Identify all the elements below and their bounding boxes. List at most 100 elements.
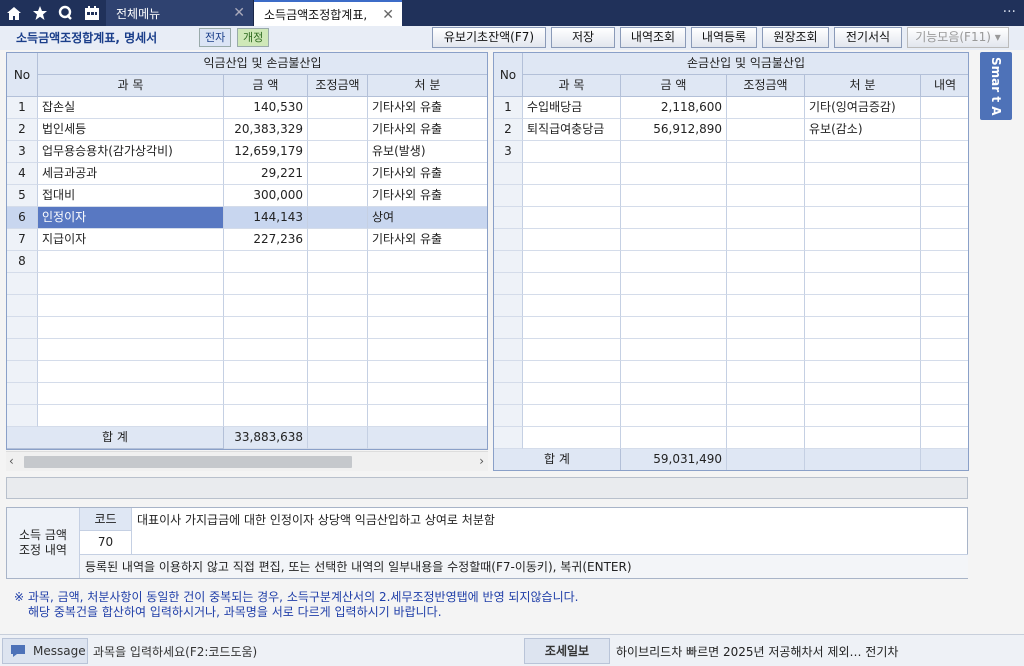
empty-cell[interactable]	[727, 361, 805, 383]
empty-cell[interactable]	[727, 427, 805, 449]
empty-cell[interactable]	[621, 361, 727, 383]
row-disposition[interactable]: 유보(감소)	[805, 119, 921, 141]
empty-cell[interactable]	[727, 405, 805, 427]
empty-cell[interactable]	[523, 383, 621, 405]
row-amount[interactable]	[224, 251, 308, 273]
row-disposition[interactable]: 기타사외 유출	[368, 185, 487, 207]
empty-cell[interactable]	[921, 361, 968, 383]
empty-cell[interactable]	[921, 339, 968, 361]
empty-cell[interactable]	[224, 361, 308, 383]
row-adjustment[interactable]	[308, 163, 368, 185]
empty-cell[interactable]	[308, 383, 368, 405]
empty-cell[interactable]	[921, 273, 968, 295]
empty-cell[interactable]	[523, 273, 621, 295]
search-q-icon[interactable]	[53, 0, 79, 26]
empty-cell[interactable]	[38, 339, 224, 361]
row-subject[interactable]	[523, 141, 621, 163]
empty-cell[interactable]	[805, 361, 921, 383]
col-detail[interactable]: 내역	[921, 75, 968, 97]
row-disposition[interactable]	[805, 141, 921, 163]
row-disposition[interactable]: 기타사외 유출	[368, 97, 487, 119]
message-button[interactable]: Message	[2, 638, 88, 664]
row-amount[interactable]: 140,530	[224, 97, 308, 119]
description-field[interactable]: 대표이사 가지급금에 대한 인정이자 상당액 익금산입하고 상여로 처분함	[132, 508, 968, 555]
empty-cell[interactable]	[805, 427, 921, 449]
empty-cell[interactable]	[523, 207, 621, 229]
col-no[interactable]: No	[494, 53, 523, 97]
badge-revised[interactable]: 개정	[237, 28, 270, 47]
empty-cell[interactable]	[805, 163, 921, 185]
col-amount[interactable]: 금 액	[224, 75, 308, 97]
empty-cell[interactable]	[308, 361, 368, 383]
empty-cell[interactable]	[368, 405, 487, 427]
home-icon[interactable]	[1, 0, 27, 26]
row-disposition[interactable]: 기타사외 유출	[368, 119, 487, 141]
empty-cell[interactable]	[38, 361, 224, 383]
empty-cell[interactable]	[523, 339, 621, 361]
empty-cell[interactable]	[921, 383, 968, 405]
row-adjustment[interactable]	[308, 141, 368, 163]
empty-cell[interactable]	[921, 405, 968, 427]
empty-cell[interactable]	[368, 361, 487, 383]
left-horizontal-scrollbar[interactable]: ‹ ›	[6, 451, 488, 471]
row-subject[interactable]: 법인세등	[38, 119, 224, 141]
row-detail[interactable]	[921, 141, 968, 163]
empty-cell[interactable]	[621, 295, 727, 317]
register-details-button[interactable]: 내역등록	[691, 27, 757, 48]
empty-cell[interactable]	[308, 317, 368, 339]
row-subject[interactable]: 퇴직급여충당금	[523, 119, 621, 141]
star-icon[interactable]	[27, 0, 53, 26]
row-adjustment[interactable]	[308, 119, 368, 141]
col-no[interactable]: No	[7, 53, 38, 97]
empty-cell[interactable]	[621, 251, 727, 273]
empty-cell[interactable]	[38, 273, 224, 295]
calendar-icon[interactable]	[79, 0, 105, 26]
row-subject[interactable]: 인정이자	[38, 207, 224, 229]
row-amount[interactable]: 12,659,179	[224, 141, 308, 163]
empty-cell[interactable]	[523, 163, 621, 185]
empty-cell[interactable]	[727, 273, 805, 295]
empty-cell[interactable]	[224, 317, 308, 339]
prior-format-button[interactable]: 전기서식	[834, 27, 902, 48]
col-disposition[interactable]: 처 분	[368, 75, 487, 97]
row-adjustment[interactable]	[727, 141, 805, 163]
smart-a-side-tab[interactable]: Smar t A	[980, 52, 1012, 120]
row-adjustment[interactable]	[308, 185, 368, 207]
badge-electronic[interactable]: 전자	[199, 28, 232, 47]
row-amount[interactable]: 300,000	[224, 185, 308, 207]
empty-cell[interactable]	[921, 207, 968, 229]
tab-income-adjustment[interactable]: 소득금액조정합계표, ✕	[254, 0, 402, 26]
close-icon[interactable]: ✕	[233, 5, 245, 21]
row-subject[interactable]: 잡손실	[38, 97, 224, 119]
empty-cell[interactable]	[805, 383, 921, 405]
row-adjustment[interactable]	[308, 207, 368, 229]
row-adjustment[interactable]	[727, 97, 805, 119]
empty-cell[interactable]	[805, 207, 921, 229]
row-disposition[interactable]: 유보(발생)	[368, 141, 487, 163]
col-disposition[interactable]: 처 분	[805, 75, 921, 97]
row-subject[interactable]: 접대비	[38, 185, 224, 207]
col-subject[interactable]: 과 목	[523, 75, 621, 97]
row-amount[interactable]: 2,118,600	[621, 97, 727, 119]
row-detail[interactable]	[921, 97, 968, 119]
row-amount[interactable]: 144,143	[224, 207, 308, 229]
empty-cell[interactable]	[921, 163, 968, 185]
empty-cell[interactable]	[727, 185, 805, 207]
empty-cell[interactable]	[523, 361, 621, 383]
empty-cell[interactable]	[523, 251, 621, 273]
ledger-view-button[interactable]: 원장조회	[762, 27, 829, 48]
empty-cell[interactable]	[523, 427, 621, 449]
row-detail[interactable]	[921, 119, 968, 141]
empty-cell[interactable]	[727, 339, 805, 361]
more-icon[interactable]: ···	[1003, 4, 1016, 20]
empty-cell[interactable]	[523, 295, 621, 317]
empty-cell[interactable]	[38, 295, 224, 317]
empty-cell[interactable]	[621, 405, 727, 427]
empty-cell[interactable]	[368, 339, 487, 361]
col-adjustment[interactable]: 조정금액	[727, 75, 805, 97]
empty-cell[interactable]	[805, 295, 921, 317]
empty-cell[interactable]	[621, 427, 727, 449]
feature-menu-button[interactable]: 기능모음(F11) ▾	[907, 27, 1009, 48]
empty-cell[interactable]	[523, 185, 621, 207]
empty-cell[interactable]	[368, 383, 487, 405]
